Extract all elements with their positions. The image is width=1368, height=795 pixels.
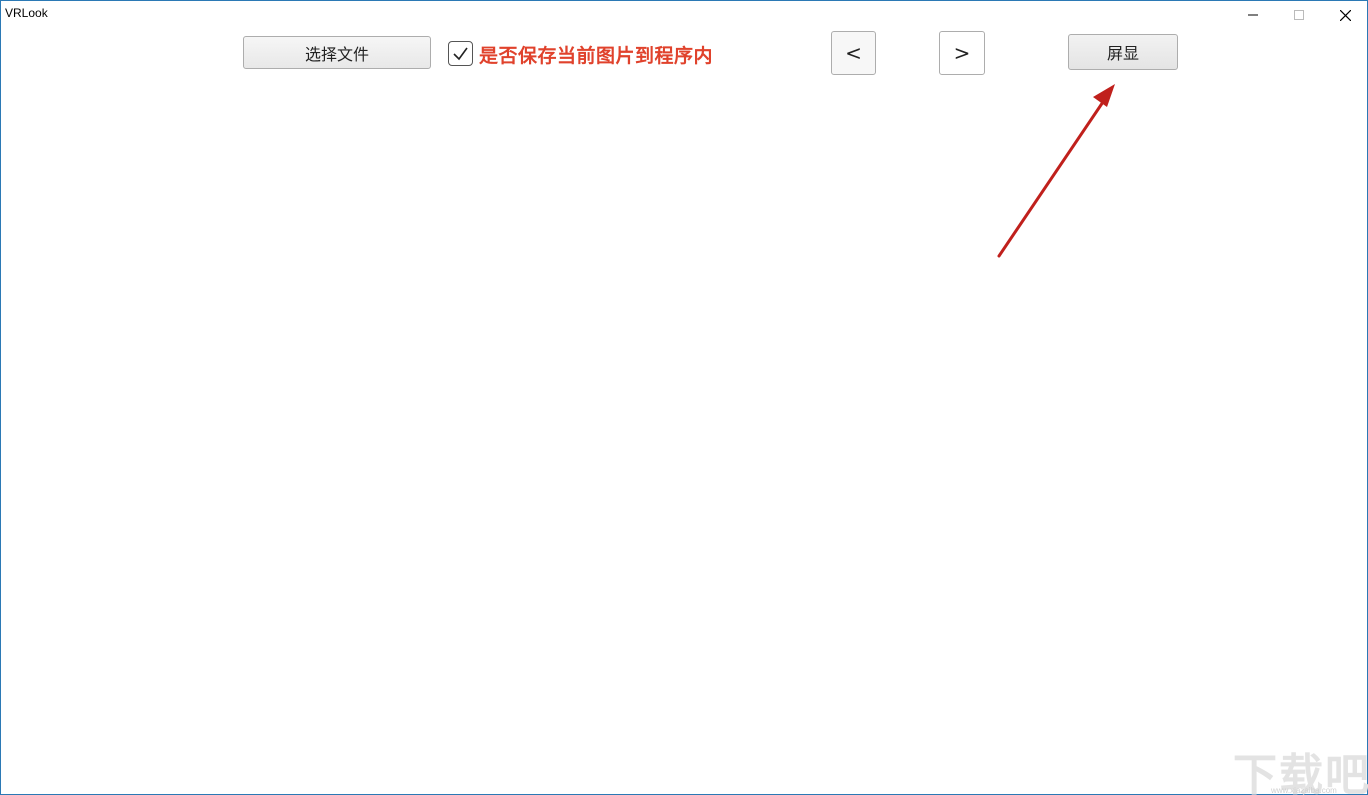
annotation-arrow [997, 84, 1115, 258]
next-image-button[interactable]: > [939, 31, 985, 75]
screen-display-button[interactable]: 屏显 [1068, 34, 1178, 70]
app-window: VRLook 选择文件 是否保存当前图片到程序内 < > 屏显 下载吧 www.… [0, 0, 1368, 795]
close-icon [1339, 9, 1351, 21]
close-button[interactable] [1322, 1, 1368, 29]
select-file-button[interactable]: 选择文件 [243, 36, 431, 69]
maximize-button[interactable] [1276, 1, 1322, 29]
window-title: VRLook [5, 6, 48, 20]
save-image-checkbox[interactable] [448, 41, 473, 66]
checkmark-icon [453, 47, 468, 61]
save-image-checkbox-label[interactable]: 是否保存当前图片到程序内 [479, 41, 713, 68]
maximize-icon [1294, 10, 1304, 20]
minimize-icon [1248, 14, 1258, 16]
minimize-button[interactable] [1230, 1, 1276, 29]
watermark-url: www.xiazaiba.com [1271, 786, 1337, 795]
previous-image-button[interactable]: < [831, 31, 876, 75]
